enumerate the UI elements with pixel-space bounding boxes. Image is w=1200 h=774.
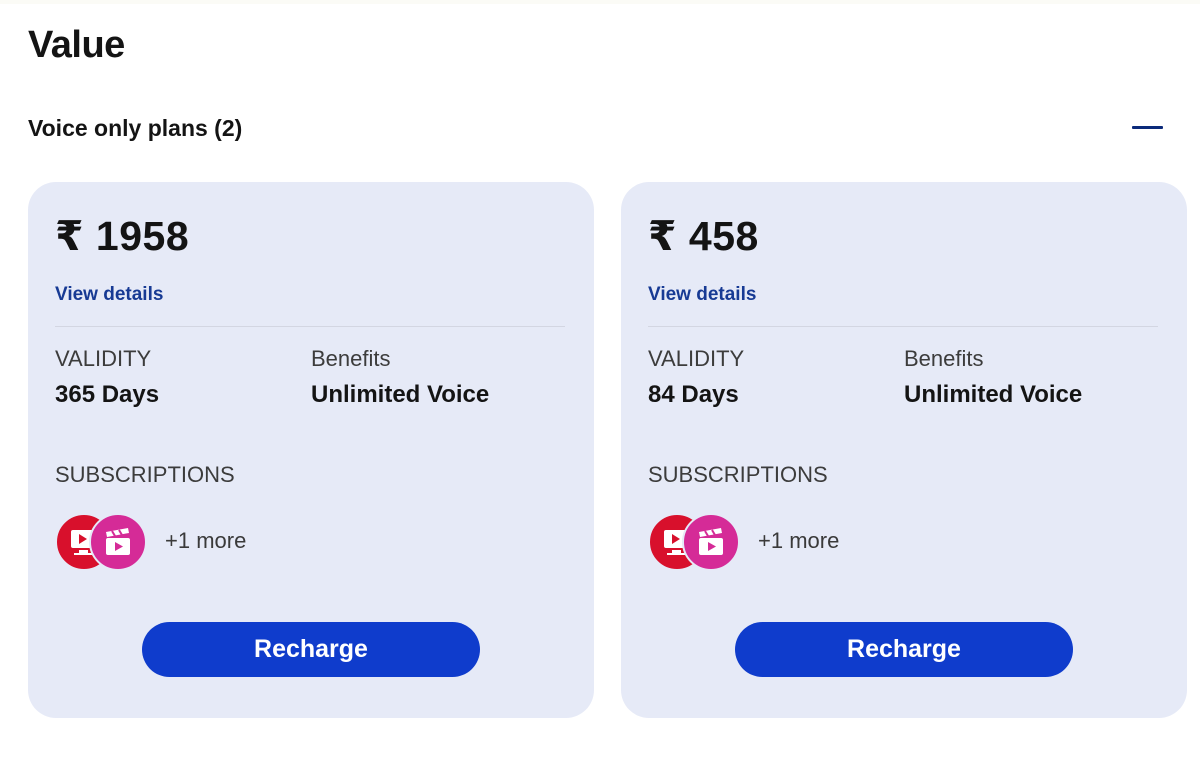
view-details-link[interactable]: View details	[648, 283, 756, 307]
cinema-clapper-icon	[682, 513, 740, 571]
validity-value: 365 Days	[55, 381, 160, 408]
validity-label: VALIDITY	[648, 346, 745, 371]
cinema-clapper-icon	[89, 513, 147, 571]
recharge-button[interactable]: Recharge	[142, 622, 480, 677]
recharge-button[interactable]: Recharge	[735, 622, 1073, 677]
benefits-value: Unlimited Voice	[311, 381, 490, 408]
minus-icon[interactable]	[1130, 118, 1164, 138]
validity-label: VALIDITY	[55, 346, 152, 371]
more-subscriptions-text[interactable]: +1 more	[165, 528, 246, 554]
benefits-label: Benefits	[311, 346, 391, 371]
plan-price: ₹ 1958	[55, 213, 190, 259]
more-subscriptions-text[interactable]: +1 more	[758, 528, 839, 554]
top-strip	[0, 0, 1200, 4]
subscription-icons[interactable]	[648, 513, 740, 571]
divider	[55, 326, 565, 327]
view-details-link[interactable]: View details	[55, 283, 163, 307]
section-title: Value	[28, 24, 125, 66]
subscription-icons[interactable]	[55, 513, 147, 571]
plan-price: ₹ 458	[648, 213, 759, 259]
divider	[648, 326, 1158, 327]
benefits-label: Benefits	[904, 346, 984, 371]
plan-cards: ₹ 1958 View details VALIDITY 365 Days Be…	[28, 182, 1188, 718]
subscriptions-label: SUBSCRIPTIONS	[648, 462, 828, 487]
voice-only-plans-accordion-header[interactable]: Voice only plans (2)	[28, 108, 1164, 148]
subscriptions-label: SUBSCRIPTIONS	[55, 462, 235, 487]
plan-card: ₹ 458 View details VALIDITY 84 Days Bene…	[621, 182, 1187, 718]
plan-card: ₹ 1958 View details VALIDITY 365 Days Be…	[28, 182, 594, 718]
benefits-value: Unlimited Voice	[904, 381, 1083, 408]
accordion-title: Voice only plans (2)	[28, 115, 243, 141]
validity-value: 84 Days	[648, 381, 739, 408]
minus-bar	[1132, 126, 1163, 129]
